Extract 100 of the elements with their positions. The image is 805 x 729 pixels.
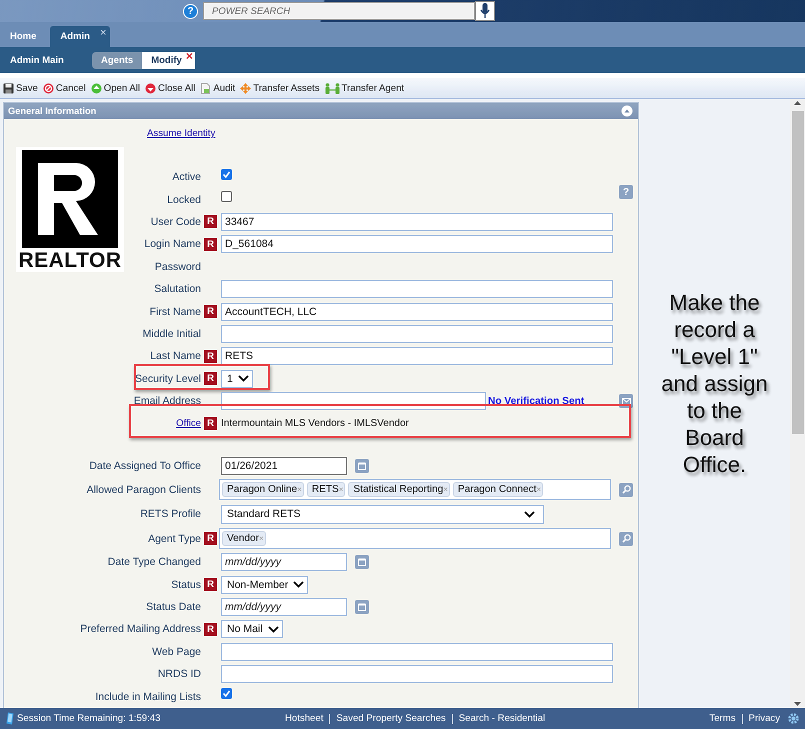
tag-chip[interactable]: Vendor×	[222, 531, 266, 546]
help-icon[interactable]: ?	[183, 4, 198, 18]
calendar-icon	[358, 603, 366, 612]
tag-field[interactable]: Paragon Online× RETS× Statistical Reporting× Paragon Connect×	[219, 479, 611, 500]
annotation-text: Make the record a "Level 1" and assign to the Board Office.	[660, 289, 769, 478]
people-icon	[324, 82, 340, 94]
footer-link[interactable]: Saved Property Searches	[336, 713, 446, 724]
toolbar-button[interactable]: Save	[3, 82, 38, 94]
tag-chip[interactable]: Paragon Connect×	[452, 482, 544, 498]
footer-link[interactable]: Terms	[709, 713, 736, 724]
checkbox[interactable]	[221, 688, 232, 700]
required-badge: R	[204, 372, 217, 386]
panel-header: General Information	[4, 103, 638, 119]
tab[interactable]: Modify ×	[142, 52, 195, 68]
tag-chip[interactable]: Statistical Reporting×	[348, 482, 450, 498]
field-label: Preferred Mailing Address	[79, 623, 202, 636]
up-arrow-circle-icon	[90, 82, 102, 94]
field-label: Include in Mailing Lists	[94, 690, 202, 703]
footer-link[interactable]: Search - Residential	[458, 713, 546, 724]
required-badge: R	[204, 578, 217, 592]
four-arrows-icon	[240, 82, 252, 94]
chevron-down-icon	[524, 510, 535, 518]
tag-chip[interactable]: Paragon Online×	[222, 482, 304, 498]
dropdown[interactable]: 1	[221, 370, 253, 388]
search-icon	[622, 534, 630, 544]
tablet-icon	[6, 712, 14, 725]
footer-link[interactable]: Hotsheet	[285, 713, 324, 724]
field-label: Allowed Paragon Clients	[86, 484, 202, 496]
microphone-button[interactable]	[475, 1, 495, 21]
dropdown[interactable]: No Mail	[221, 620, 283, 638]
check-icon	[222, 170, 231, 179]
field-label: Date Type Changed	[106, 556, 202, 568]
field-label: Middle Initial	[142, 328, 202, 340]
field-label: Last Name	[149, 350, 202, 362]
session-timer: Session Time Remaining: 1:59:43	[17, 713, 160, 724]
required-badge: R	[204, 305, 217, 318]
search-field[interactable]: POWER SEARCH	[203, 2, 475, 20]
settings-icon[interactable]	[788, 713, 799, 724]
calendar-button[interactable]	[355, 555, 369, 570]
text-field[interactable]: RETS	[221, 347, 613, 366]
dropdown[interactable]: Standard RETS	[221, 504, 544, 524]
toolbar-button[interactable]: Cancel	[42, 82, 86, 94]
field-label: Password	[154, 260, 202, 273]
required-badge: R	[204, 238, 217, 251]
calendar-button[interactable]	[355, 458, 369, 473]
chevron-down-icon	[293, 581, 304, 588]
collapse-icon[interactable]	[621, 105, 633, 117]
field-label: Date Assigned To Office	[88, 460, 202, 472]
toolbar-button[interactable]: Close All	[145, 82, 196, 94]
date-field[interactable]: mm/dd/yyyy	[221, 598, 347, 616]
field-label: Status Date	[145, 601, 202, 614]
dropdown[interactable]: Non-Member	[221, 576, 308, 594]
checkbox[interactable]	[221, 168, 232, 180]
required-badge: R	[204, 215, 217, 228]
chevron-down-icon	[268, 626, 279, 633]
field-label: NRDS ID	[156, 668, 202, 680]
calendar-icon	[358, 558, 366, 566]
field-label: Security Level	[134, 372, 202, 385]
date-field[interactable]: mm/dd/yyyy	[221, 553, 347, 572]
verification-status: No Verification Sent	[488, 396, 584, 407]
text-field[interactable]	[221, 665, 613, 684]
text-field[interactable]: AccountTECH, LLC	[221, 302, 613, 321]
search-icon	[622, 485, 630, 494]
scrollbar[interactable]	[790, 99, 805, 708]
tab[interactable]: Admin ×	[50, 26, 110, 47]
field-label: RETS Profile	[139, 508, 202, 520]
date-field[interactable]: 01/26/2021	[221, 456, 347, 475]
calendar-button[interactable]	[355, 600, 369, 614]
field-label: User Code	[150, 216, 202, 228]
field-label: Email Address	[132, 395, 202, 408]
tag-field[interactable]: Vendor×	[219, 528, 611, 550]
checkbox[interactable]	[221, 191, 232, 202]
office-link[interactable]: Office	[176, 418, 201, 430]
chevron-down-icon	[238, 375, 249, 382]
envelope-icon	[622, 398, 630, 405]
section-title: Admin Main	[10, 54, 65, 66]
toolbar-button[interactable]: Transfer Agent	[324, 82, 404, 94]
calendar-icon	[358, 462, 366, 470]
field-label: First Name	[148, 306, 202, 318]
tag-chip[interactable]: RETS×	[306, 482, 346, 498]
prohibited-icon	[42, 82, 54, 94]
toolbar-button[interactable]: Audit	[200, 82, 236, 94]
field-label: Agent Type	[147, 532, 202, 545]
text-field[interactable]: 33467	[221, 212, 613, 231]
text-field[interactable]: D_561084	[221, 235, 613, 254]
text-field[interactable]	[221, 642, 613, 661]
assume-identity-link[interactable]: Assume Identity	[147, 128, 216, 139]
toolbar-button[interactable]: Transfer Assets	[240, 82, 320, 94]
field-label: Salutation	[153, 283, 202, 296]
text-field[interactable]	[221, 324, 613, 343]
close-icon[interactable]: ×	[100, 27, 106, 39]
footer-link[interactable]: Privacy	[748, 713, 780, 724]
field-label: Locked	[166, 194, 202, 206]
search-button[interactable]	[619, 532, 633, 546]
close-icon[interactable]: ×	[186, 48, 193, 62]
required-badge: R	[204, 622, 217, 636]
toolbar-button[interactable]: Open All	[90, 82, 140, 94]
office-name: Intermountain MLS Vendors - IMLSVendor	[221, 418, 409, 429]
search-button[interactable]	[619, 482, 633, 497]
text-field[interactable]	[221, 280, 613, 298]
